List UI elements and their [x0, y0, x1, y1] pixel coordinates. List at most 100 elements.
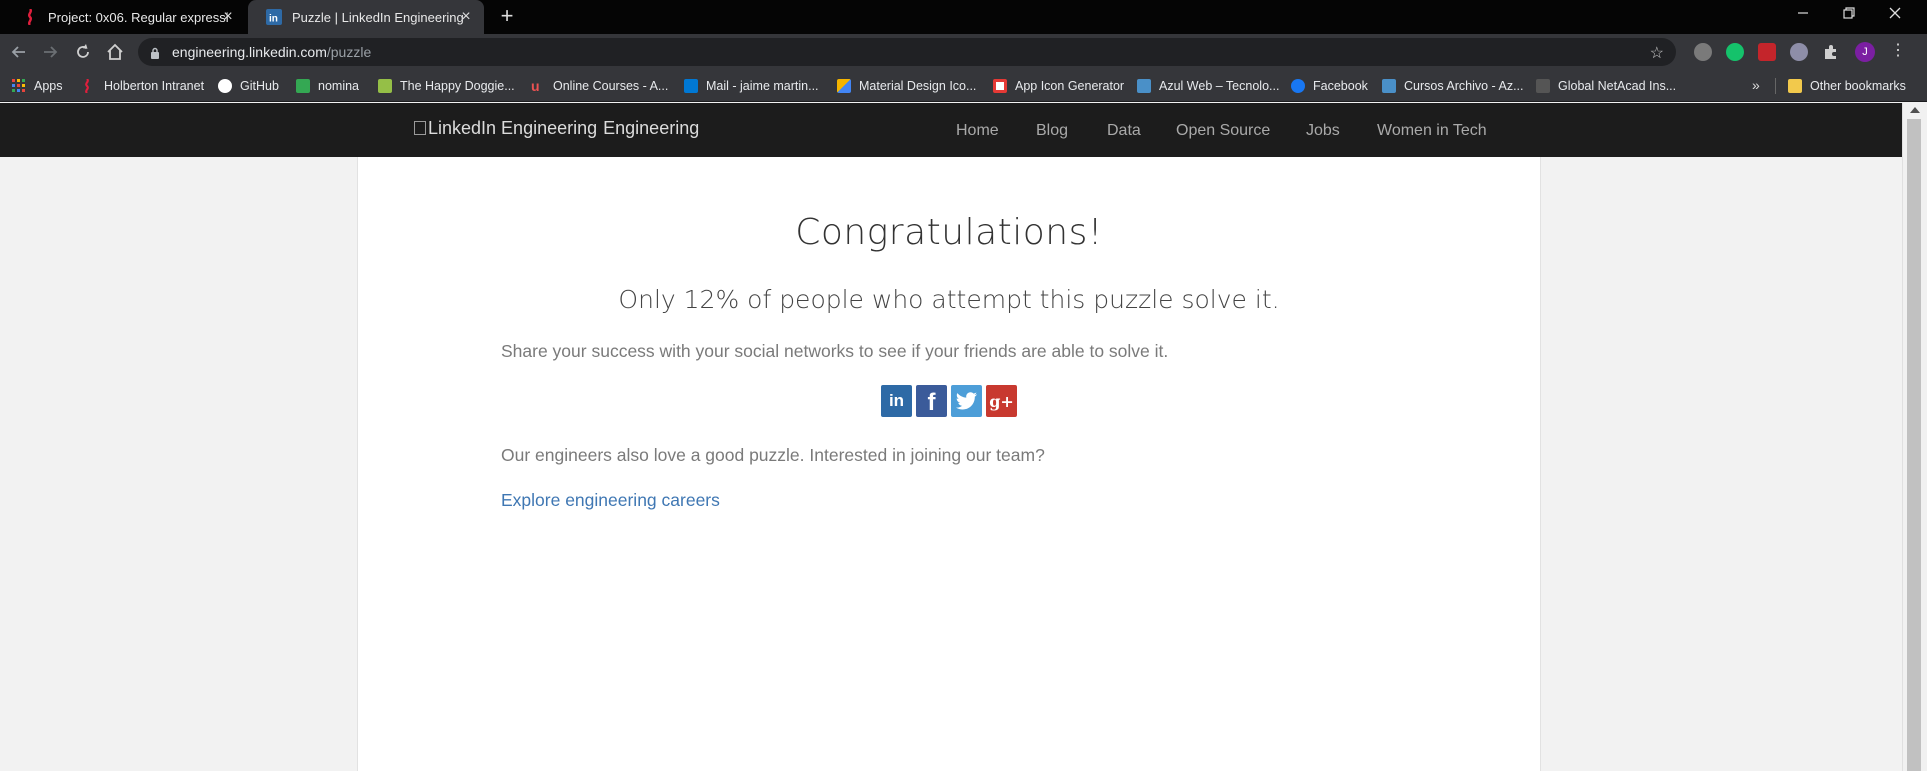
- tab-holberton-project[interactable]: Project: 0x06. Regular expression ×: [4, 0, 246, 34]
- udemy-icon: u: [531, 78, 540, 94]
- browser-tab-strip: Project: 0x06. Regular expression × in P…: [0, 0, 1927, 34]
- page-scrollbar[interactable]: [1902, 103, 1927, 771]
- nav-open-source[interactable]: Open Source: [1176, 122, 1270, 140]
- close-tab-icon[interactable]: ×: [458, 9, 474, 25]
- minimize-icon[interactable]: [1780, 0, 1826, 30]
- bookmark-label: Online Courses - A...: [553, 79, 669, 93]
- brand-alt-text: LinkedIn Engineering: [428, 118, 598, 138]
- pdf-icon[interactable]: [1758, 43, 1776, 61]
- linkedin-icon: in: [266, 9, 282, 25]
- app-icon-generator-icon: [993, 79, 1007, 93]
- restore-icon[interactable]: [1826, 0, 1872, 30]
- nav-jobs[interactable]: Jobs: [1306, 122, 1340, 140]
- bookmark-label: Mail - jaime martin...: [706, 79, 819, 93]
- chevron-double-right-icon[interactable]: »: [1752, 77, 1760, 93]
- bookmarks-bar: Apps Holberton Intranet GitHub nomina Th…: [0, 70, 1927, 102]
- holberton-icon: [82, 78, 96, 94]
- extension-disc-icon[interactable]: [1790, 43, 1808, 61]
- github-icon: [218, 79, 232, 93]
- bookmark-star-icon[interactable]: ☆: [1650, 43, 1664, 63]
- bookmark-material-design[interactable]: Material Design Ico...: [837, 70, 976, 102]
- back-arrow-icon[interactable]: [9, 42, 29, 62]
- linkedin-share-icon[interactable]: in: [881, 385, 912, 417]
- explore-careers-link[interactable]: Explore engineering careers: [501, 490, 720, 511]
- azul-web-icon: [1137, 79, 1151, 93]
- page-subtitle: Only 12% of people who attempt this puzz…: [618, 285, 1280, 314]
- close-window-icon[interactable]: [1872, 0, 1918, 30]
- bookmark-label: Material Design Ico...: [859, 79, 977, 93]
- material-icon: [837, 79, 851, 93]
- cisco-icon: [1536, 79, 1550, 93]
- extensions-puzzle-icon[interactable]: [1822, 43, 1840, 61]
- site-header: LinkedIn Engineering Engineering Home Blo…: [0, 103, 1902, 157]
- bookmark-label: GitHub: [240, 79, 279, 93]
- bookmark-apps[interactable]: Apps: [12, 70, 63, 102]
- share-text: Share your success with your social netw…: [501, 341, 1169, 361]
- bookmarks-divider: [1775, 78, 1776, 94]
- menu-kebab-icon[interactable]: ⋮: [1889, 43, 1907, 61]
- bookmark-label: Global NetAcad Ins...: [1558, 79, 1677, 93]
- bookmark-label: Other bookmarks: [1810, 79, 1906, 93]
- content-panel: Congratulations! Only 12% of people who …: [357, 157, 1541, 771]
- nav-women-in-tech[interactable]: Women in Tech: [1377, 122, 1487, 140]
- grammarly-icon[interactable]: [1726, 43, 1744, 61]
- brand-name: Engineering: [603, 118, 700, 138]
- scroll-thumb[interactable]: [1907, 119, 1921, 771]
- azul-web-icon: [1382, 79, 1396, 93]
- facebook-share-icon[interactable]: f: [916, 385, 947, 417]
- broken-image-icon: [414, 121, 426, 135]
- google-plus-share-icon[interactable]: g+: [986, 385, 1017, 417]
- profile-avatar[interactable]: J: [1855, 42, 1875, 62]
- bookmark-nomina[interactable]: nomina: [296, 70, 359, 102]
- svg-text:in: in: [269, 14, 278, 25]
- social-share-buttons: in f g+: [881, 385, 1017, 417]
- sheets-icon: [296, 79, 310, 93]
- outlook-icon: [684, 79, 698, 93]
- folder-icon: [1788, 79, 1802, 93]
- nav-blog[interactable]: Blog: [1036, 122, 1068, 140]
- facebook-icon: [1291, 79, 1305, 93]
- tab-linkedin-puzzle[interactable]: in Puzzle | LinkedIn Engineering ×: [248, 0, 484, 34]
- bookmark-label: The Happy Doggie...: [400, 79, 515, 93]
- bookmark-global-netacad[interactable]: Global NetAcad Ins...: [1536, 70, 1676, 102]
- home-icon[interactable]: [105, 42, 125, 62]
- nav-data[interactable]: Data: [1107, 122, 1141, 140]
- bookmark-mail[interactable]: Mail - jaime martin...: [684, 70, 819, 102]
- bookmark-label: Cursos Archivo - Az...: [1404, 79, 1524, 93]
- bookmark-holberton-intranet[interactable]: Holberton Intranet: [82, 70, 204, 102]
- bookmark-label: nomina: [318, 79, 359, 93]
- bookmark-online-courses[interactable]: u Online Courses - A...: [531, 70, 668, 102]
- nav-home[interactable]: Home: [956, 122, 999, 140]
- new-tab-icon[interactable]: +: [496, 5, 518, 28]
- bookmark-cursos-archivo[interactable]: Cursos Archivo - Az...: [1382, 70, 1523, 102]
- address-bar[interactable]: engineering.linkedin.com/puzzle ☆: [138, 38, 1676, 66]
- shopify-icon: [378, 79, 392, 93]
- tab-title: Project: 0x06. Regular expression: [48, 9, 228, 25]
- bookmark-label: App Icon Generator: [1015, 79, 1125, 93]
- tab-title: Puzzle | LinkedIn Engineering: [292, 9, 464, 25]
- bookmark-label: Apps: [34, 79, 63, 93]
- team-text: Our engineers also love a good puzzle. I…: [501, 445, 1045, 465]
- bookmark-label: Azul Web – Tecnolo...: [1159, 79, 1280, 93]
- apps-grid-icon: [12, 79, 26, 93]
- browser-toolbar: engineering.linkedin.com/puzzle ☆ J ⋮: [0, 34, 1927, 70]
- holberton-icon: [22, 9, 38, 25]
- brand-logo-link[interactable]: LinkedIn Engineering Engineering: [414, 118, 699, 139]
- bookmark-azul-web[interactable]: Azul Web – Tecnolo...: [1137, 70, 1279, 102]
- forward-arrow-icon[interactable]: [40, 42, 60, 62]
- bookmark-label: Facebook: [1313, 79, 1368, 93]
- lock-icon: [150, 46, 160, 64]
- bookmark-label: Holberton Intranet: [104, 79, 205, 93]
- reload-icon[interactable]: [73, 42, 93, 62]
- bookmark-github[interactable]: GitHub: [218, 70, 279, 102]
- bookmark-happy-doggie[interactable]: The Happy Doggie...: [378, 70, 515, 102]
- bookmark-app-icon-generator[interactable]: App Icon Generator: [993, 70, 1124, 102]
- url-text: engineering.linkedin.com/puzzle: [172, 44, 372, 60]
- bookmark-facebook[interactable]: Facebook: [1291, 70, 1368, 102]
- close-tab-icon[interactable]: ×: [220, 9, 236, 25]
- bookmark-other[interactable]: Other bookmarks: [1788, 70, 1906, 102]
- scroll-up-arrow-icon[interactable]: [1910, 107, 1920, 113]
- extension-circle-icon[interactable]: [1694, 43, 1712, 61]
- twitter-share-icon[interactable]: [951, 385, 982, 417]
- page-title: Congratulations!: [795, 212, 1103, 253]
